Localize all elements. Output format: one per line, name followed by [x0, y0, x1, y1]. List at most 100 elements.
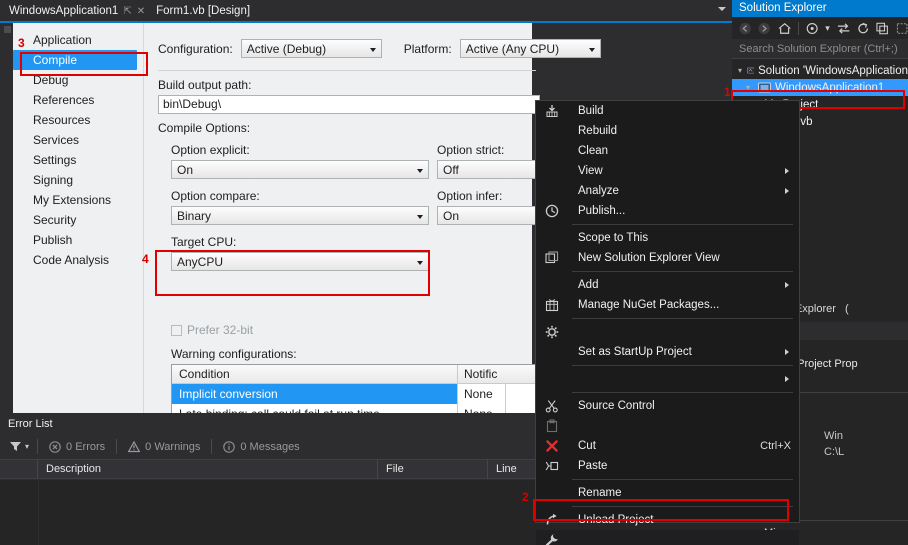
annotation-step-2: 2: [522, 490, 529, 504]
tree-node-label: Solution 'WindowsApplication: [758, 64, 908, 77]
menu-item-remove[interactable]: Cut Ctrl+X: [536, 436, 799, 456]
menu-item-open-folder-in-file-explorer[interactable]: Unload Project: [536, 510, 799, 530]
category-my-extensions[interactable]: My Extensions: [13, 190, 143, 210]
option-compare-dropdown[interactable]: Binary: [171, 206, 429, 225]
back-icon[interactable]: [739, 22, 751, 35]
tree-node-project[interactable]: ▾ WindowsApplication1: [732, 79, 908, 96]
error-list-col-icon: [0, 459, 38, 479]
menu-separator: [572, 365, 793, 366]
collapse-all-icon[interactable]: [876, 22, 889, 35]
compile-options-label: Compile Options:: [158, 121, 251, 135]
solution-explorer-title: Solution Explorer: [732, 0, 908, 17]
menu-item-analyze[interactable]: Analyze: [536, 181, 799, 201]
option-strict-value: Off: [443, 163, 459, 177]
menu-item-view[interactable]: View: [536, 161, 799, 181]
menu-item-unload-project[interactable]: Rename: [536, 483, 799, 503]
expander-icon[interactable]: ▾: [746, 83, 754, 92]
x-icon: [544, 438, 560, 454]
category-resources[interactable]: Resources: [13, 110, 143, 130]
forward-icon[interactable]: [758, 22, 771, 35]
wrench-icon: [544, 532, 560, 545]
menu-item-label: Publish...: [578, 205, 626, 217]
expander-icon[interactable]: ▾: [738, 66, 743, 75]
error-list-col-description[interactable]: Description: [38, 459, 378, 479]
menu-item-build[interactable]: Build: [536, 101, 799, 121]
annotation-step-1: 1: [724, 85, 731, 99]
tab-form1-design[interactable]: Form1.vb [Design]: [152, 5, 250, 17]
category-publish[interactable]: Publish: [13, 230, 143, 250]
filter-button[interactable]: ▾: [0, 441, 37, 452]
menu-item-label: Scope to This: [578, 232, 649, 244]
option-explicit-value: On: [177, 163, 194, 177]
configuration-label: Configuration:: [158, 41, 233, 56]
tree-node-solution[interactable]: ▾ Solution 'WindowsApplication: [732, 62, 908, 79]
category-security[interactable]: Security: [13, 210, 143, 230]
tab-more[interactable]: (: [845, 303, 849, 315]
refresh-icon[interactable]: [857, 22, 869, 35]
tab-windowsapplication1[interactable]: WindowsApplication1 ⇱ ✕: [0, 0, 153, 22]
menu-item-manage-nuget-packages[interactable]: Manage NuGet Packages...: [536, 295, 799, 315]
warnings-chip[interactable]: 0 Warnings: [117, 440, 211, 453]
pin-icon[interactable]: ⇱: [123, 6, 131, 17]
pending-changes-icon[interactable]: [806, 22, 818, 35]
menu-item-clean[interactable]: Clean: [536, 141, 799, 161]
menu-separator: [572, 479, 793, 480]
property-value: Win: [824, 430, 843, 442]
messages-chip[interactable]: 0 Messages: [212, 441, 310, 453]
menu-item-label: New Solution Explorer View: [578, 252, 720, 264]
category-settings[interactable]: Settings: [13, 150, 143, 170]
grid-cell-notification[interactable]: None: [458, 384, 506, 404]
menu-item-properties[interactable]: [536, 530, 799, 545]
category-application[interactable]: Application: [13, 30, 143, 50]
grid-header-row: Condition Notific: [172, 365, 536, 384]
clipboard-icon: [544, 418, 560, 434]
menu-item-cut[interactable]: Source Control: [536, 396, 799, 416]
build-output-path-input[interactable]: bin\Debug\: [158, 95, 540, 114]
menu-item-rename[interactable]: Paste: [536, 456, 799, 476]
tree-node-label: WindowsApplication1: [775, 81, 885, 94]
category-debug[interactable]: Debug: [13, 70, 143, 90]
sync-icon[interactable]: [837, 22, 850, 35]
home-icon[interactable]: [778, 22, 791, 35]
menu-item-label: Set as StartUp Project: [578, 346, 692, 358]
menu-item-debug[interactable]: Set as StartUp Project: [536, 342, 799, 362]
menu-item-add[interactable]: Add: [536, 275, 799, 295]
option-compare-value: Binary: [177, 209, 212, 223]
category-references[interactable]: References: [13, 90, 143, 110]
gear-icon: [544, 324, 560, 340]
category-compile[interactable]: Compile: [13, 50, 137, 70]
menu-item-publish[interactable]: Publish...: [536, 201, 799, 221]
prefer-32bit-checkbox[interactable]: Prefer 32-bit: [171, 323, 253, 337]
menu-item-label: Cut: [578, 440, 596, 452]
chevron-down-icon[interactable]: ▾: [825, 23, 830, 34]
chevron-down-icon[interactable]: [718, 7, 726, 11]
platform-dropdown[interactable]: Active (Any CPU): [459, 39, 601, 58]
configuration-dropdown[interactable]: Active (Debug): [240, 39, 382, 58]
target-cpu-dropdown[interactable]: AnyCPU: [171, 252, 429, 271]
category-signing[interactable]: Signing: [13, 170, 143, 190]
menu-item-label: Build: [578, 105, 604, 117]
menu-item-new-solution-explorer-view[interactable]: New Solution Explorer View: [536, 248, 799, 268]
menu-item-scope-to-this[interactable]: Scope to This: [536, 228, 799, 248]
submenu-arrow-icon: [785, 168, 789, 174]
category-services[interactable]: Services: [13, 130, 143, 150]
table-row[interactable]: Implicit conversion None: [172, 384, 536, 404]
error-list-col-file[interactable]: File: [378, 459, 488, 479]
divider: [797, 21, 799, 35]
close-icon[interactable]: ✕: [137, 6, 145, 17]
search-input[interactable]: Search Solution Explorer (Ctrl+;): [732, 39, 908, 59]
menu-item-rebuild[interactable]: Rebuild: [536, 121, 799, 141]
warning-icon: [128, 440, 141, 452]
option-explicit-dropdown[interactable]: On: [171, 160, 429, 179]
divider: [158, 70, 536, 71]
menu-item-source-control[interactable]: [536, 369, 799, 389]
category-code-analysis[interactable]: Code Analysis: [13, 250, 143, 270]
menu-item-set-as-startup-project[interactable]: [536, 322, 799, 342]
grid-col-condition: Condition: [172, 365, 458, 384]
show-all-files-icon[interactable]: [896, 22, 908, 35]
solution-explorer-toolbar: ▾: [732, 17, 908, 39]
option-strict-label: Option strict:: [437, 143, 505, 157]
chevron-down-icon: [588, 48, 595, 52]
errors-chip[interactable]: 0 Errors: [38, 441, 116, 453]
solution-icon: [746, 67, 755, 74]
